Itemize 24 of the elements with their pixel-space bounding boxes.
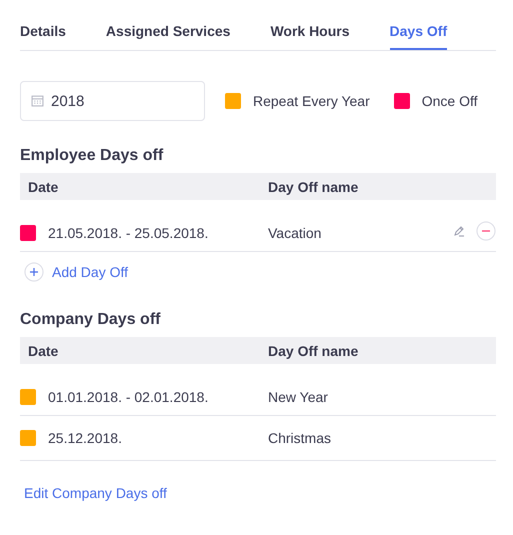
- section-title: Employee Days off: [20, 146, 164, 166]
- tab[interactable]: Details: [20, 13, 66, 50]
- year-field[interactable]: 2018: [20, 81, 205, 121]
- table-cell-text: Christmas: [268, 430, 332, 446]
- remove-icon[interactable]: [476, 221, 496, 241]
- column-header: Date: [27, 178, 60, 194]
- section-title: Company Days off: [20, 310, 162, 330]
- legend-label: Repeat Every Year: [253, 93, 370, 109]
- edit-icon[interactable]: [452, 224, 466, 238]
- tab[interactable]: Assigned Services: [106, 13, 230, 50]
- add-day-off-link[interactable]: Add Day Off: [52, 264, 128, 280]
- table-cell: 25.12.2018.: [48, 430, 122, 446]
- column-header: Date: [27, 342, 60, 358]
- table-cell: 01.01.2018. - 02.01.2018.: [48, 389, 208, 405]
- legend-label: Once Off: [422, 93, 478, 109]
- column-header: Day Off name: [268, 342, 360, 358]
- add-icon[interactable]: [24, 262, 44, 282]
- tab[interactable]: Days Off: [390, 13, 448, 50]
- table-cell-text: New Year: [268, 389, 329, 405]
- edit-company-days-off-link[interactable]: Edit Company Days off: [24, 485, 167, 501]
- table-cell: 21.05.2018. - 25.05.2018.: [48, 225, 208, 241]
- tab[interactable]: Work Hours: [270, 13, 350, 50]
- table-cell-text: Vacation: [268, 225, 322, 241]
- column-header: Day Off name: [268, 178, 360, 194]
